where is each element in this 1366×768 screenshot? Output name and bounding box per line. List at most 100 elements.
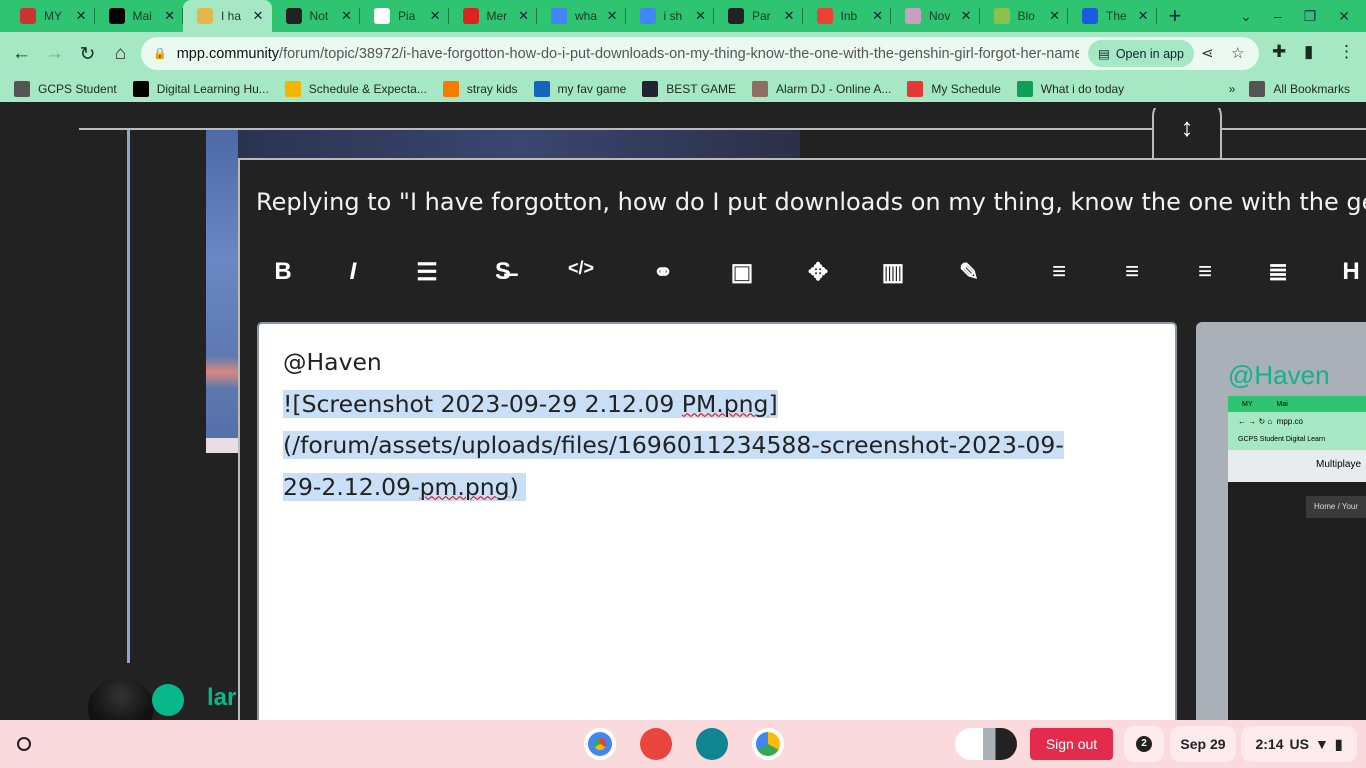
tab-search-icon[interactable]: ⌄ xyxy=(1240,8,1252,25)
close-tab-icon[interactable]: ✕ xyxy=(961,8,972,24)
bookmark-label: my fav game xyxy=(557,82,627,96)
bookmark-item[interactable]: Alarm DJ - Online A... xyxy=(752,81,891,97)
status-tray[interactable]: 2:14 US ▼ ▮ xyxy=(1241,726,1357,762)
home-button[interactable]: ⌂ xyxy=(104,43,137,65)
bold-icon[interactable]: B xyxy=(268,258,298,286)
classroom-app-icon[interactable] xyxy=(696,728,728,760)
reload-button[interactable]: ↻ xyxy=(71,43,104,66)
browser-tab[interactable]: Pia ✕ xyxy=(360,0,449,32)
holding-space-thumbnails[interactable] xyxy=(955,728,1017,760)
close-tab-icon[interactable]: ✕ xyxy=(1138,8,1149,24)
tab-title: The xyxy=(1106,9,1127,23)
minimize-button[interactable]: – xyxy=(1274,8,1282,25)
bookmark-item[interactable]: My Schedule xyxy=(907,81,1001,97)
browser-tab[interactable]: Mai ✕ xyxy=(95,0,184,32)
extensions-icon[interactable]: ✚ xyxy=(1272,42,1286,62)
browser-tab[interactable]: Mer ✕ xyxy=(449,0,538,32)
browser-tab[interactable]: Nov ✕ xyxy=(891,0,980,32)
all-bookmarks[interactable]: » All Bookmarks xyxy=(1229,81,1350,97)
tab-title: Pia xyxy=(398,9,416,23)
close-tab-icon[interactable]: ✕ xyxy=(872,8,883,24)
back-button[interactable]: ← xyxy=(5,43,38,65)
link-icon[interactable]: ⚭ xyxy=(648,258,678,287)
address-bar[interactable]: 🔒 mpp.community/forum/topic/38972/i-have… xyxy=(141,37,1259,70)
chrome-app-icon[interactable] xyxy=(584,728,616,760)
new-tab-button[interactable]: + xyxy=(1169,3,1199,29)
close-tab-icon[interactable]: ✕ xyxy=(430,8,441,24)
close-tab-icon[interactable]: ✕ xyxy=(1049,8,1060,24)
restore-button[interactable]: ❐ xyxy=(1304,8,1317,25)
launcher-icon[interactable] xyxy=(17,737,31,751)
close-tab-icon[interactable]: ✕ xyxy=(695,8,706,24)
justify-icon[interactable]: ≣ xyxy=(1263,258,1293,287)
browser-tab[interactable]: Par ✕ xyxy=(714,0,803,32)
os-shelf: Sign out 2 Sep 29 2:14 US ▼ ▮ xyxy=(0,720,1366,768)
tab-title: i sh xyxy=(663,9,683,23)
bookmark-icon xyxy=(533,81,550,97)
browser-tab[interactable]: The ✕ xyxy=(1068,0,1157,32)
editor-text: ![Screenshot 2023-09-29 2.12.09 xyxy=(283,389,682,418)
browser-tab[interactable]: I ha ✕ xyxy=(183,0,272,32)
bookmark-item[interactable]: Digital Learning Hu... xyxy=(132,81,269,97)
notification-counter[interactable]: 2 xyxy=(1124,726,1164,762)
bookmark-item[interactable]: Schedule & Expecta... xyxy=(284,81,427,97)
browser-tab[interactable]: wha ✕ xyxy=(537,0,626,32)
strikethrough-icon[interactable]: S̶ xyxy=(488,258,518,286)
resize-handle-icon[interactable]: ↕ xyxy=(1152,108,1222,158)
code-icon[interactable]: </> xyxy=(566,258,596,279)
close-tab-icon[interactable]: ✕ xyxy=(518,8,529,24)
fullscreen-icon[interactable]: ✥ xyxy=(803,258,833,287)
close-tab-icon[interactable]: ✕ xyxy=(164,8,175,24)
bookmark-item[interactable]: stray kids xyxy=(442,81,518,97)
align-right-icon[interactable]: ≡ xyxy=(1190,258,1220,286)
close-tab-icon[interactable]: ✕ xyxy=(341,8,352,24)
all-bookmarks-label[interactable]: All Bookmarks xyxy=(1273,82,1350,96)
close-tab-icon[interactable]: ✕ xyxy=(253,8,264,24)
browser-tab[interactable]: Blo ✕ xyxy=(980,0,1069,32)
preview-url: mpp.co xyxy=(1276,417,1303,426)
username[interactable]: lar xyxy=(207,684,236,712)
bookmark-star-icon[interactable]: ☆ xyxy=(1231,44,1244,62)
clock: 2:14 xyxy=(1255,736,1284,752)
open-in-app-button[interactable]: ▤ Open in app xyxy=(1088,40,1194,67)
bookmark-item[interactable]: my fav game xyxy=(533,81,627,97)
avatar[interactable] xyxy=(88,678,154,720)
tab-title: wha xyxy=(575,9,598,23)
close-window-button[interactable]: ✕ xyxy=(1338,8,1350,25)
close-tab-icon[interactable]: ✕ xyxy=(784,8,795,24)
list-icon[interactable]: ☰ xyxy=(412,258,442,287)
browser-tab[interactable]: Inb ✕ xyxy=(803,0,892,32)
more-bookmarks-icon[interactable]: » xyxy=(1229,82,1236,96)
forward-button[interactable]: → xyxy=(38,43,71,65)
italic-icon[interactable]: I xyxy=(338,258,368,286)
bookmark-item[interactable]: BEST GAME xyxy=(642,81,736,97)
close-tab-icon[interactable]: ✕ xyxy=(607,8,618,24)
bookmark-item[interactable]: GCPS Student xyxy=(14,81,117,97)
date-tray[interactable]: Sep 29 xyxy=(1170,726,1236,762)
align-left-icon[interactable]: ≡ xyxy=(1044,258,1074,286)
side-panel-icon[interactable]: ▮ xyxy=(1304,42,1313,62)
tab-title: MY xyxy=(44,9,62,23)
color-picker-icon[interactable]: ✎ xyxy=(954,258,984,287)
browser-tab[interactable]: Not ✕ xyxy=(272,0,361,32)
heading-icon[interactable]: H xyxy=(1336,258,1366,286)
browser-tab[interactable]: MY ✕ xyxy=(6,0,95,32)
menu-icon[interactable]: ⋮ xyxy=(1338,42,1355,62)
bookmark-item[interactable]: What i do today xyxy=(1016,81,1124,97)
browser-tab[interactable]: i sh ✕ xyxy=(626,0,715,32)
tab-title: Blo xyxy=(1017,9,1035,23)
bookmarks-bar: GCPS Student Digital Learning Hu... Schedu… xyxy=(0,76,1366,102)
share-icon[interactable]: ⋖ xyxy=(1201,44,1214,62)
tab-title: Not xyxy=(309,9,329,23)
drive-app-icon[interactable] xyxy=(752,728,784,760)
editor-textarea[interactable]: @Haven ![Screenshot 2023-09-29 2.12.09 P… xyxy=(257,322,1177,720)
bookmark-label: BEST GAME xyxy=(666,82,737,96)
chart-icon[interactable]: ▥ xyxy=(878,258,908,287)
sign-out-button[interactable]: Sign out xyxy=(1030,728,1113,760)
canvas-app-icon[interactable] xyxy=(640,728,672,760)
url-host: mpp.community xyxy=(176,45,280,62)
align-center-icon[interactable]: ≡ xyxy=(1117,258,1147,286)
preview-pane: @Haven MY Mai ← → ↻ ⌂ mpp.co GCPS Student… xyxy=(1196,322,1366,720)
close-tab-icon[interactable]: ✕ xyxy=(76,8,87,24)
image-icon[interactable]: ▣ xyxy=(727,258,757,287)
